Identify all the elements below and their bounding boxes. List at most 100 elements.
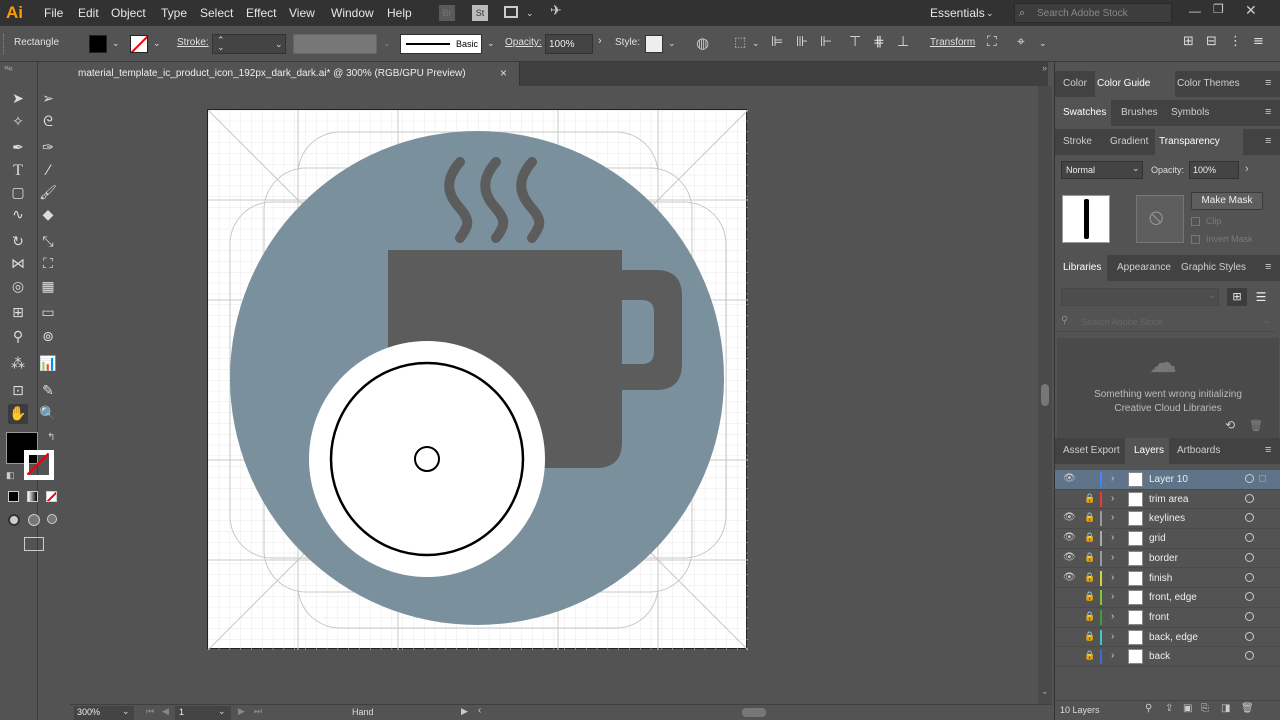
target-icon[interactable] — [1245, 611, 1254, 621]
list-view-icon[interactable]: ☰ — [1251, 288, 1271, 306]
rectangle-tool-icon[interactable]: ▢ — [8, 183, 28, 203]
eyedropper-tool-icon[interactable]: ⚲ — [8, 327, 28, 347]
align-right-icon[interactable]: ⊩ — [820, 34, 832, 50]
eye-icon[interactable]: 👁 — [1063, 473, 1076, 484]
chevron-down-icon[interactable]: ⌄ — [112, 38, 120, 49]
recolor-artwork-icon[interactable]: ◍ — [696, 34, 709, 52]
eye-icon[interactable]: 👁 — [1063, 532, 1076, 543]
magic-wand-tool-icon[interactable]: ✧ — [8, 112, 28, 132]
layer-row[interactable]: 🔒 › trim area — [1055, 490, 1280, 510]
selection-tool-icon[interactable]: ➤ — [8, 89, 28, 109]
mesh-tool-icon[interactable]: ⊞ — [8, 303, 28, 323]
curvature-tool-icon[interactable]: ✑ — [38, 138, 58, 158]
pen-tool-icon[interactable]: ✒ — [8, 138, 28, 158]
stroke-swatch[interactable] — [130, 35, 148, 53]
draw-inside-icon[interactable] — [47, 514, 57, 524]
chevron-right-icon[interactable]: › — [1111, 611, 1114, 622]
artboard-number-field[interactable]: 1 ⌄ — [175, 706, 231, 720]
column-graph-tool-icon[interactable]: 📊 — [38, 354, 58, 374]
gpu-performance-icon[interactable]: ✈ — [550, 3, 562, 19]
layer-row[interactable]: 👁 🔒 › finish — [1055, 569, 1280, 589]
menu-select[interactable]: Select — [200, 6, 233, 20]
align-center-icon[interactable]: ⊪ — [796, 34, 808, 50]
library-search-field[interactable]: ⚲ Search Adobe Stock ⌄ — [1057, 312, 1277, 332]
panel-menu-icon[interactable]: ≡ — [1265, 106, 1271, 118]
library-select[interactable]: ⌄ — [1061, 288, 1219, 306]
lock-icon[interactable]: 🔒 — [1084, 611, 1095, 622]
opacity-field[interactable]: 100% — [545, 34, 593, 54]
screen-mode-icon[interactable] — [24, 537, 44, 551]
chevron-down-icon[interactable]: ⌄ — [218, 706, 226, 717]
chevron-down-icon[interactable]: ⌄ — [986, 8, 994, 19]
collapse-right-icon[interactable]: » — [1042, 63, 1047, 73]
chevron-down-icon[interactable]: ⌄ — [1263, 315, 1271, 326]
selection-indicator[interactable] — [1259, 475, 1266, 482]
chevron-down-icon[interactable]: ⌄ — [122, 706, 130, 717]
draw-behind-icon[interactable] — [28, 514, 40, 526]
gradient-tool-icon[interactable]: ▭ — [38, 303, 58, 323]
restore-button[interactable]: ❐ — [1213, 2, 1224, 16]
scale-tool-icon[interactable]: ⤡ — [38, 232, 58, 252]
shape-builder-tool-icon[interactable]: ◎ — [8, 277, 28, 297]
vertical-scrollbar[interactable]: ⌄ — [1038, 86, 1052, 704]
chevron-right-icon[interactable]: › — [1111, 591, 1114, 602]
panel-menu-icon[interactable]: ≡ — [1265, 77, 1271, 89]
close-tab-button[interactable]: × — [500, 66, 507, 80]
collapse-left-icon[interactable]: « — [8, 63, 13, 73]
bridge-icon[interactable]: Br — [439, 5, 455, 21]
tab-libraries[interactable]: Libraries — [1063, 262, 1101, 273]
mask-thumbnail[interactable]: ⦸ — [1136, 195, 1184, 243]
tab-stroke[interactable]: Stroke — [1063, 136, 1092, 147]
graphic-style-swatch[interactable] — [645, 35, 663, 53]
menu-help[interactable]: Help — [387, 6, 412, 20]
perspective-grid-tool-icon[interactable]: ▦ — [38, 277, 58, 297]
stroke-weight-field[interactable]: ⌃ ⌄ ⌄ — [212, 34, 286, 54]
chevron-right-icon[interactable]: › — [1111, 650, 1114, 661]
tab-artboards[interactable]: Artboards — [1177, 445, 1220, 456]
arrange-documents-icon[interactable] — [504, 6, 518, 18]
target-icon[interactable] — [1245, 651, 1254, 661]
distribute-spacing-icon[interactable]: ⊟ — [1206, 34, 1217, 49]
tab-color[interactable]: Color — [1063, 78, 1087, 89]
new-sublayer-icon[interactable]: ⎘ — [1201, 703, 1209, 714]
lock-icon[interactable]: 🔒 — [1084, 631, 1095, 642]
chevron-down-icon[interactable]: ⌄ — [1132, 163, 1140, 174]
chevron-down-icon[interactable]: ⌄ — [153, 38, 161, 49]
layer-row[interactable]: 🔒 › back, edge — [1055, 628, 1280, 648]
lock-icon[interactable]: 🔒 — [1084, 532, 1095, 543]
clipping-mask-icon[interactable]: ▣ — [1183, 703, 1192, 714]
hand-tool-icon[interactable]: ✋ — [8, 404, 28, 424]
distribute-icon[interactable]: ⊞ — [1183, 34, 1194, 49]
canvas-area[interactable] — [70, 86, 1038, 704]
target-icon[interactable] — [1245, 493, 1254, 503]
chevron-down-icon[interactable]: ⌄ — [1208, 290, 1216, 301]
swap-fill-stroke-icon[interactable]: ↰ — [47, 432, 55, 443]
invert-mask-checkbox[interactable] — [1191, 235, 1200, 244]
grip-handle[interactable] — [3, 34, 5, 54]
layer-row[interactable]: 🔒 › back — [1055, 647, 1280, 667]
align-bottom-icon[interactable]: ⊥ — [897, 34, 909, 50]
menu-type[interactable]: Type — [161, 6, 187, 20]
scroll-left-icon[interactable]: ‹ — [478, 705, 481, 716]
lasso-tool-icon[interactable]: ᘓ — [38, 112, 58, 132]
transparency-opacity-field[interactable]: 100% — [1189, 161, 1239, 179]
lock-icon[interactable]: 🔒 — [1084, 591, 1095, 602]
target-icon[interactable] — [1245, 592, 1254, 602]
menu-window[interactable]: Window — [331, 6, 374, 20]
draw-normal-icon[interactable] — [8, 514, 20, 526]
target-icon[interactable] — [1245, 513, 1254, 523]
align-top-icon[interactable]: ⊤ — [849, 34, 861, 50]
chevron-right-icon[interactable]: › — [1111, 512, 1114, 523]
lock-icon[interactable]: 🔒 — [1084, 493, 1095, 504]
line-segment-tool-icon[interactable]: ⁄ — [38, 161, 58, 181]
stroke-label[interactable]: Stroke: — [177, 37, 209, 48]
brush-definition[interactable]: Basic — [400, 34, 482, 54]
tab-symbols[interactable]: Symbols — [1171, 107, 1209, 118]
eye-icon[interactable]: 👁 — [1063, 512, 1076, 523]
tab-graphic-styles[interactable]: Graphic Styles — [1181, 262, 1246, 273]
direct-selection-tool-icon[interactable]: ➢ — [38, 89, 58, 109]
color-mode-icon[interactable] — [8, 491, 19, 502]
default-fill-stroke-icon[interactable]: ◧ — [6, 470, 15, 481]
layer-row[interactable]: 👁 › Layer 10 — [1055, 470, 1280, 490]
panel-menu-icon[interactable]: ≡ — [1265, 444, 1271, 456]
